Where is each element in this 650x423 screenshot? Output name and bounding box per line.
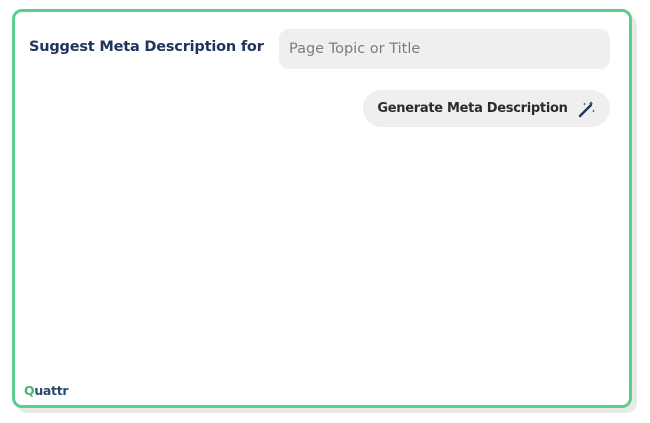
magic-wand-icon [578,100,596,118]
logo-rest: uattr [34,383,69,398]
meta-description-widget: Suggest Meta Description for Generate Me… [12,9,632,408]
generate-meta-description-button[interactable]: Generate Meta Description [363,90,610,127]
generate-button-label: Generate Meta Description [377,101,568,116]
logo-q: Q [24,383,35,398]
page-topic-input[interactable] [279,29,610,69]
field-label: Suggest Meta Description for [29,39,264,55]
quattr-logo: Quattr [24,383,69,398]
